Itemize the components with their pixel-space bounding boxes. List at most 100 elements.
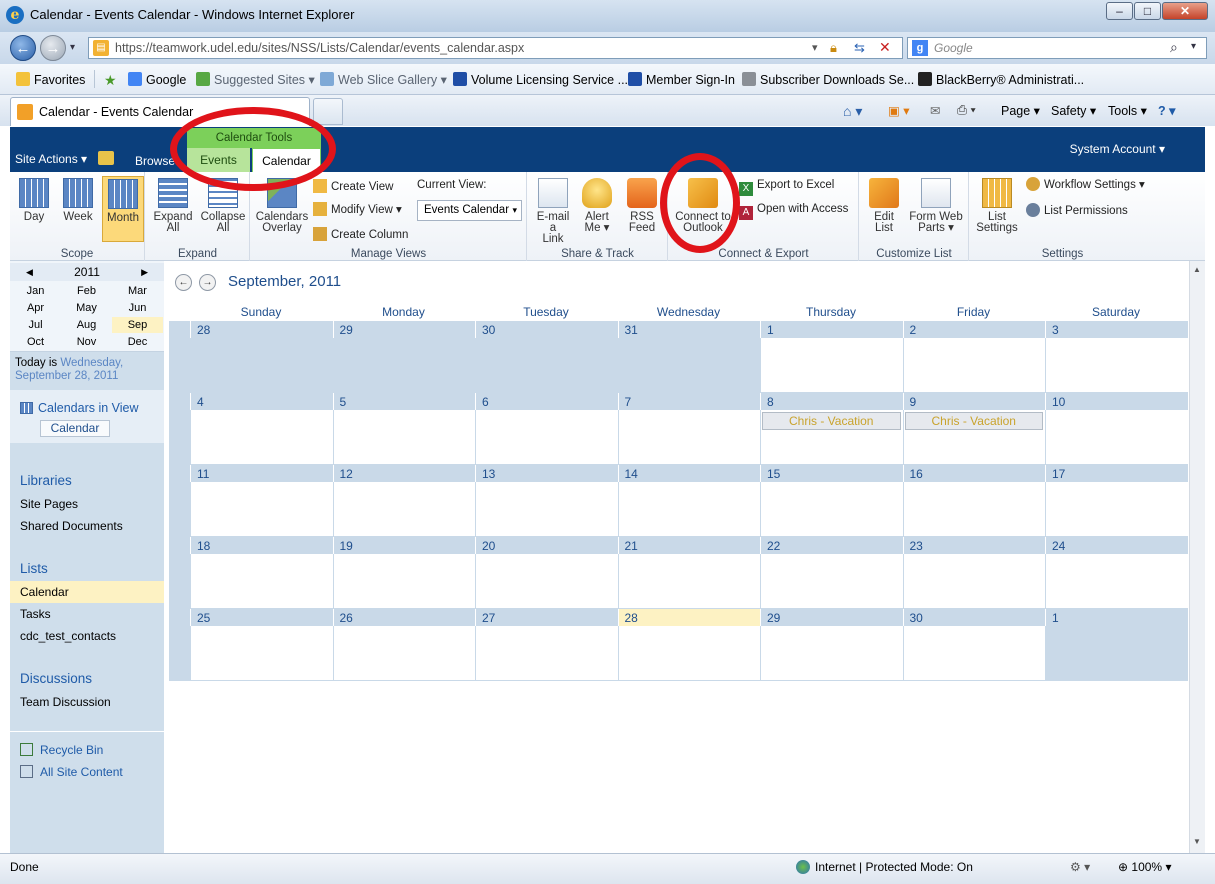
day-cell[interactable] (332, 410, 475, 465)
day-number[interactable]: 24 (1045, 537, 1188, 554)
day-cell[interactable] (1045, 626, 1188, 681)
mini-cal-month[interactable]: Jul (10, 317, 61, 333)
day-number[interactable]: 14 (617, 465, 760, 482)
day-number[interactable]: 10 (1045, 393, 1188, 410)
day-number[interactable]: 31 (617, 321, 760, 338)
protected-mode-icon[interactable]: ⚙ ▾ (1070, 860, 1090, 874)
day-number[interactable]: 9 (902, 393, 1045, 410)
form-web-parts-button[interactable]: Form Web Parts ▾ (906, 178, 966, 234)
mini-cal-month[interactable]: Oct (10, 334, 61, 350)
day-number[interactable]: 20 (475, 537, 618, 554)
mini-cal-month[interactable]: Jun (112, 300, 163, 316)
create-view-button[interactable]: Create View (313, 179, 393, 193)
day-number[interactable]: 11 (190, 465, 333, 482)
nav-libraries[interactable]: Libraries (20, 473, 72, 488)
day-cell[interactable] (332, 338, 475, 393)
day-number[interactable]: 29 (332, 321, 475, 338)
day-number[interactable]: 4 (190, 393, 333, 410)
day-cell[interactable] (475, 482, 618, 537)
tab-browse[interactable]: Browse (135, 154, 175, 168)
day-number[interactable]: 21 (617, 537, 760, 554)
nav-tasks[interactable]: Tasks (20, 607, 51, 621)
list-settings-button[interactable]: List Settings (974, 178, 1020, 234)
day-cell[interactable] (190, 626, 333, 681)
email-link-button[interactable]: E-mail a Link (532, 178, 574, 245)
page-menu[interactable]: Page ▾ (1001, 103, 1040, 118)
maximize-button[interactable]: □ (1134, 2, 1161, 20)
day-number[interactable]: 3 (1045, 321, 1188, 338)
day-cell[interactable] (190, 554, 333, 609)
day-cell[interactable] (190, 338, 333, 393)
day-cell[interactable] (1045, 338, 1188, 393)
rss-feed-button[interactable]: RSS Feed (622, 178, 662, 234)
day-cell[interactable] (332, 554, 475, 609)
fav-blackberry-admin[interactable]: BlackBerry® Administrati... (918, 72, 1084, 87)
home-icon[interactable]: ⌂ ▾ (843, 103, 862, 120)
day-number[interactable]: 7 (617, 393, 760, 410)
calendars-in-view-link[interactable]: Calendars in View (20, 401, 139, 415)
mini-cal-month[interactable]: Mar (112, 283, 163, 299)
mini-cal-month[interactable]: Jan (10, 283, 61, 299)
navigate-up-icon[interactable] (98, 151, 114, 165)
day-number[interactable]: 30 (475, 321, 618, 338)
day-number[interactable]: 27 (475, 609, 618, 626)
day-cell[interactable] (1045, 410, 1188, 465)
open-with-access-button[interactable]: A Open with Access (739, 203, 848, 220)
mini-cal-month[interactable]: May (61, 300, 112, 316)
new-tab-button[interactable] (313, 98, 343, 125)
day-number[interactable]: 5 (332, 393, 475, 410)
nav-calendar[interactable]: Calendar (20, 585, 69, 599)
day-number[interactable]: 1 (1045, 609, 1188, 626)
nav-shared-documents[interactable]: Shared Documents (20, 519, 123, 533)
day-cell[interactable] (760, 482, 903, 537)
prev-month-button[interactable]: ← (175, 274, 192, 291)
day-number[interactable]: 19 (332, 537, 475, 554)
current-view-select[interactable]: Events Calendar ▾ (417, 200, 522, 221)
mini-cal-month[interactable]: Feb (61, 283, 112, 299)
week-selector[interactable] (169, 609, 190, 681)
day-cell[interactable] (1045, 482, 1188, 537)
day-number[interactable]: 25 (190, 609, 333, 626)
export-to-excel-button[interactable]: X Export to Excel (739, 179, 834, 196)
fav-web-slice-gallery[interactable]: Web Slice Gallery ▾ (320, 72, 447, 87)
nav-discussions[interactable]: Discussions (20, 671, 92, 686)
alert-me-button[interactable]: Alert Me ▾ (578, 178, 616, 234)
next-month-button[interactable]: → (199, 274, 216, 291)
week-selector[interactable] (169, 465, 190, 537)
mini-cal-month[interactable]: Nov (61, 334, 112, 350)
day-cell[interactable] (190, 482, 333, 537)
day-number[interactable]: 15 (760, 465, 903, 482)
day-number[interactable]: 23 (902, 537, 1045, 554)
safety-menu[interactable]: Safety ▾ (1051, 103, 1096, 118)
day-number[interactable]: 30 (902, 609, 1045, 626)
nav-lists[interactable]: Lists (20, 561, 48, 576)
day-number[interactable]: 22 (760, 537, 903, 554)
day-number[interactable]: 12 (332, 465, 475, 482)
day-cell[interactable] (475, 410, 618, 465)
day-cell[interactable] (902, 482, 1045, 537)
calendar-chip[interactable]: Calendar (40, 420, 110, 437)
create-column-button[interactable]: Create Column (313, 227, 408, 241)
mini-cal-month[interactable]: Aug (61, 317, 112, 333)
day-number[interactable]: 6 (475, 393, 618, 410)
favorites-button[interactable]: Favorites (16, 72, 85, 87)
day-cell[interactable] (902, 554, 1045, 609)
day-cell[interactable] (617, 482, 760, 537)
day-number[interactable]: 28 (190, 321, 333, 338)
workflow-settings-button[interactable]: Workflow Settings ▾ (1026, 177, 1145, 191)
day-cell[interactable] (475, 338, 618, 393)
day-view-button[interactable]: Day (16, 178, 52, 223)
day-number[interactable]: 28 (617, 609, 760, 626)
event-chris-vacation[interactable]: Chris - Vacation (904, 412, 1043, 430)
nav-all-site-content[interactable]: All Site Content (20, 765, 123, 779)
compatibility-icon[interactable]: ⇆ (854, 40, 865, 56)
day-cell[interactable] (617, 410, 760, 465)
day-cell[interactable] (617, 554, 760, 609)
day-number[interactable]: 13 (475, 465, 618, 482)
stop-icon[interactable]: ✕ (879, 39, 891, 56)
fav-member-sign-in[interactable]: Member Sign-In (628, 72, 735, 87)
zoom-control[interactable]: ⊕ 100% ▾ (1118, 860, 1171, 874)
day-cell[interactable] (1045, 554, 1188, 609)
close-button[interactable]: ✕ (1162, 2, 1208, 20)
day-number[interactable]: 16 (902, 465, 1045, 482)
